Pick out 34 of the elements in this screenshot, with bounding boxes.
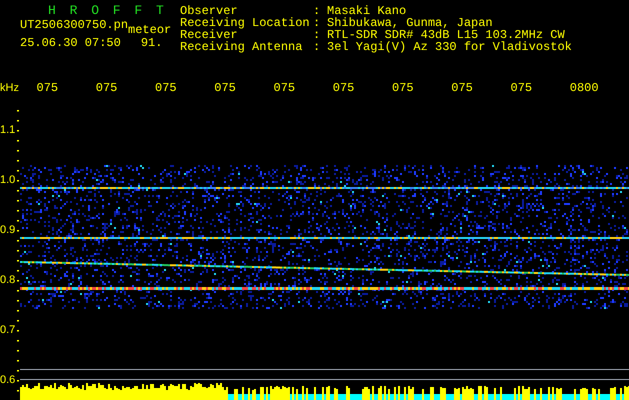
tag-label: meteor — [128, 24, 172, 36]
unit-label: kHz — [0, 82, 20, 94]
time-label: 0800 — [570, 80, 599, 94]
axis-label: 0.8 — [0, 274, 16, 286]
axis-label: 0.9 — [0, 224, 16, 236]
info-label: Receiving Antenna — [180, 41, 304, 53]
time-label: 075 — [274, 80, 296, 94]
axis-label: 0.6 — [0, 374, 16, 386]
info-separator: : — [313, 29, 322, 41]
axis-label: 1.1 — [0, 124, 16, 136]
count-label: 91. — [140, 37, 162, 49]
axis-label: 0.7 — [0, 324, 16, 336]
time-label: 075 — [392, 80, 414, 94]
file-name: UT2506300750.pn — [20, 19, 128, 31]
timestamp: 25.06.30 07:50 — [20, 37, 121, 49]
time-label: 075 — [96, 80, 118, 94]
info-separator: : — [313, 5, 322, 17]
time-label: 075 — [155, 80, 177, 94]
info-value: RTL-SDR SDR# 43dB L15 103.2MHz CW — [327, 29, 565, 41]
time-label: 075 — [214, 80, 236, 94]
info-separator: : — [313, 41, 322, 53]
time-label: 075 — [510, 80, 532, 94]
time-label: 075 — [332, 80, 354, 94]
time-label: 075 — [36, 80, 58, 94]
info-separator: : — [313, 17, 322, 29]
info-label: Receiver — [180, 29, 238, 41]
axis-label: 1.0 — [0, 174, 16, 186]
info-label: Receiving Location — [180, 17, 311, 29]
info-value: Masaki Kano — [327, 5, 406, 17]
info-label: Observer — [180, 5, 238, 17]
app-title: H R O F F T — [47, 5, 167, 17]
info-value: 3el Yagi(V) Az 330 for Vladivostok — [327, 41, 572, 53]
time-label: 075 — [451, 80, 473, 94]
info-value: Shibukawa, Gunma, Japan — [327, 17, 493, 29]
